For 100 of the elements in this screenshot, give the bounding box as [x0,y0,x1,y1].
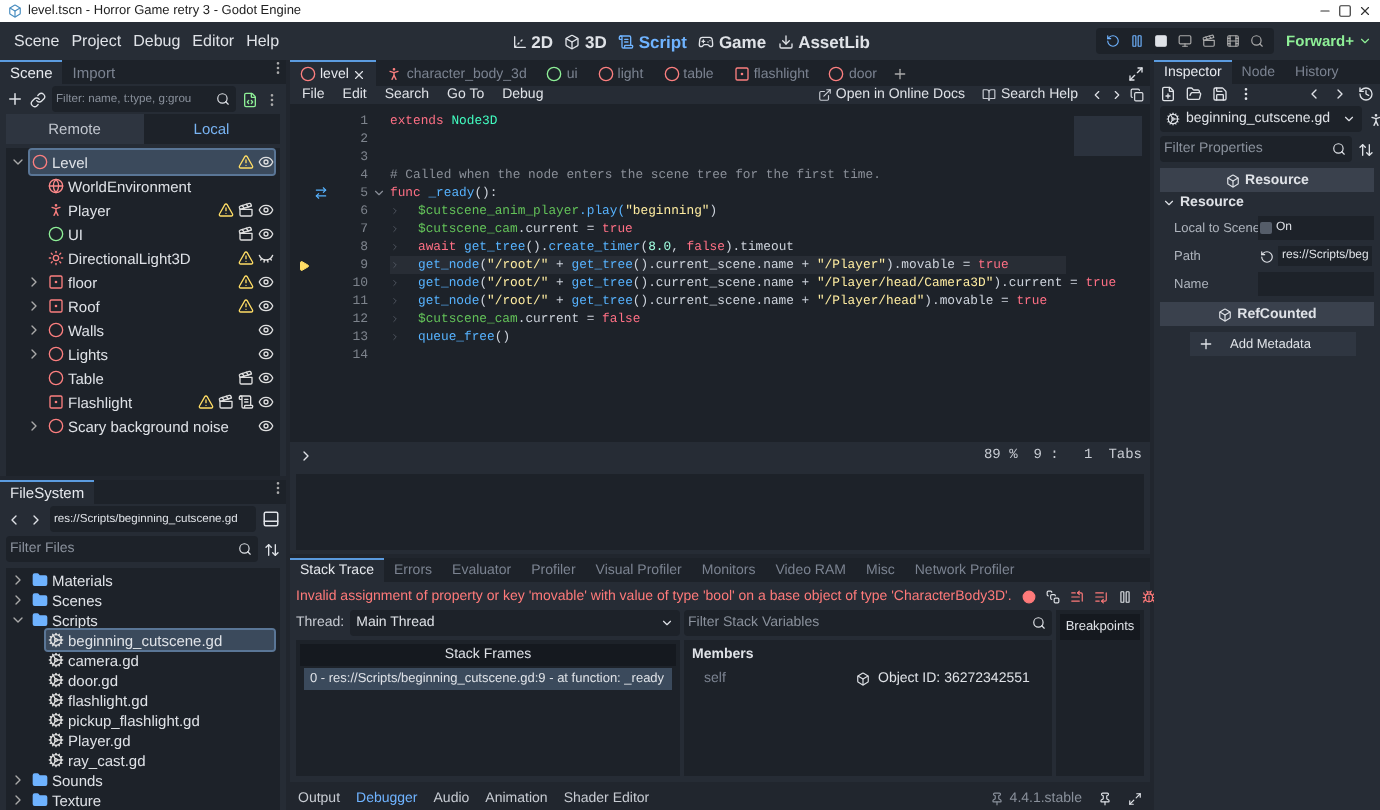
stop-icon[interactable] [1154,34,1169,48]
pause-icon[interactable] [1130,34,1145,48]
workspace-button[interactable]: 3D [564,31,607,51]
back-icon[interactable] [1090,88,1104,102]
gear-icon [48,692,64,708]
forward-icon[interactable] [1110,88,1124,102]
new-resource-icon[interactable] [1160,86,1176,102]
warning-icon[interactable] [238,274,254,290]
forward-icon[interactable] [28,511,44,527]
checkbox[interactable] [1260,222,1272,234]
pause-icon[interactable] [1117,589,1132,603]
eye-icon[interactable] [258,370,274,386]
square-ring-icon [48,274,64,290]
step-over-icon[interactable] [1093,589,1108,603]
menu-item[interactable]: Editor [186,32,241,50]
back-icon[interactable] [6,511,22,527]
eye-icon[interactable] [258,322,274,338]
ring-icon [48,226,64,242]
script-icon[interactable] [242,91,258,107]
search-icon[interactable] [1250,34,1265,48]
clapperboard-icon[interactable] [238,202,254,218]
add-icon[interactable] [6,90,24,108]
folder-icon [32,572,48,588]
warning-icon[interactable] [198,394,214,410]
add-icon[interactable] [892,65,909,81]
person-icon [48,202,64,218]
back-icon[interactable] [1306,86,1322,102]
monitor-icon[interactable] [1178,34,1193,48]
panel-icon[interactable] [1130,88,1144,102]
layout-icon[interactable] [262,510,280,528]
closed-eye-icon[interactable] [258,250,274,266]
folder-icon [32,592,48,608]
tab-marker-icon [390,260,400,270]
eye-icon[interactable] [258,226,274,242]
minimize-icon[interactable] [1318,4,1332,18]
forward-icon[interactable] [1332,86,1348,102]
workspace-icon [618,33,635,49]
eye-icon[interactable] [258,298,274,314]
square-ring-icon [48,394,64,410]
clapperboard-icon[interactable] [218,394,234,410]
object-icon [856,671,870,685]
eye-icon[interactable] [258,346,274,362]
restart-icon[interactable] [1106,34,1121,48]
open-icon[interactable] [1186,86,1202,102]
menu-item[interactable]: Help [240,32,286,50]
tab-marker-icon [390,242,400,252]
toggle-icon[interactable] [298,448,314,464]
eye-icon[interactable] [258,202,274,218]
globe-icon [48,178,64,194]
save-icon[interactable] [1212,86,1228,102]
search-icon [1332,142,1346,156]
workspace-button[interactable]: AssetLib [778,31,870,51]
pin-icon[interactable] [1098,791,1112,805]
workspace-button[interactable]: Script [618,31,687,51]
person-icon[interactable] [1368,111,1380,127]
app-icon [8,4,22,18]
book-icon [982,88,997,102]
history-icon[interactable] [1358,86,1374,102]
connection-icon[interactable] [314,186,328,200]
warning-icon[interactable] [238,154,254,170]
eye-icon[interactable] [258,274,274,290]
copy-icon[interactable] [1045,589,1060,603]
script-icon[interactable] [238,394,254,410]
menu-item[interactable]: Scene [8,32,66,50]
eye-icon[interactable] [258,394,274,410]
tab-marker-icon [390,224,400,234]
film-icon[interactable] [1226,34,1241,48]
clapperboard-icon[interactable] [238,226,254,242]
tab-marker-icon [390,314,400,324]
menu-item[interactable]: Debug [127,32,187,50]
breakpoint-icon[interactable] [1021,589,1036,603]
caret-icon [1358,34,1372,48]
maximize-icon[interactable] [1338,4,1352,18]
eye-icon[interactable] [258,154,274,170]
warning-icon[interactable] [238,250,254,266]
tab-marker-icon [390,206,400,216]
sort-icon[interactable] [264,541,280,557]
square-ring-icon [733,66,750,82]
warning-icon[interactable] [238,298,254,314]
folder-icon [32,792,48,808]
expand-icon[interactable] [1128,791,1142,805]
revert-icon[interactable] [1260,249,1274,263]
sort-icon[interactable] [1358,141,1374,157]
expand-icon[interactable] [1128,65,1144,81]
workspace-icon [778,33,795,49]
ring-icon [828,66,845,82]
step-into-icon[interactable] [1069,589,1084,603]
external-link-icon [817,88,832,102]
ring-icon [597,66,614,82]
link-icon[interactable] [30,91,46,107]
clapperboard-icon[interactable] [238,370,254,386]
workspace-icon [511,33,528,49]
close-icon[interactable] [1358,4,1372,18]
workspace-button[interactable]: 2D [511,31,553,51]
workspace-button[interactable]: Game [698,31,767,51]
warning-icon[interactable] [218,202,234,218]
clapperboard-icon[interactable] [1202,34,1217,48]
eye-icon[interactable] [258,418,274,434]
menu-item[interactable]: Project [65,32,128,50]
workspace-icon [698,33,715,49]
